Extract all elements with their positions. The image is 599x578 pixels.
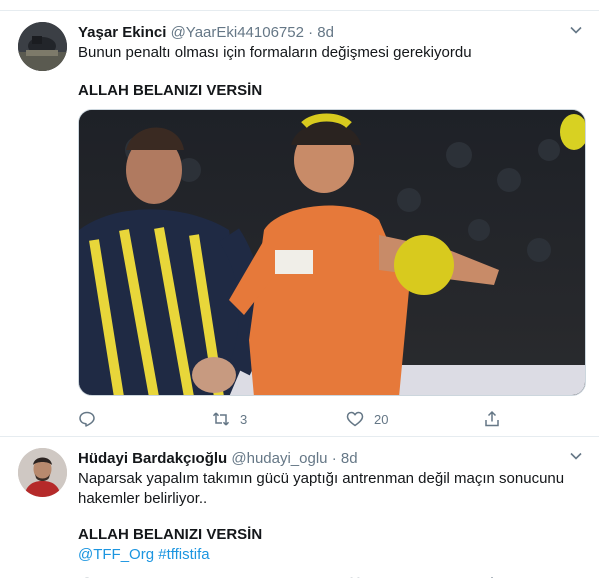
tweet-text-continued: hakemler belirliyor.. xyxy=(78,490,208,507)
author-handle[interactable]: @hudayi_oglu xyxy=(231,450,327,467)
retweet-icon xyxy=(212,412,230,426)
chevron-down-icon[interactable] xyxy=(569,449,583,463)
reply-button[interactable] xyxy=(78,409,106,429)
author-name[interactable]: Hüdayi Bardakçıoğlu xyxy=(78,450,227,467)
like-icon xyxy=(346,411,364,427)
tweet-header: Yaşar Ekinci @YaarEki44106752 · 8d xyxy=(78,23,579,43)
media-image[interactable] xyxy=(78,109,586,396)
like-count: 20 xyxy=(374,411,389,427)
mention-hashtag-links[interactable]: @TFF_Org #tffistifa xyxy=(78,545,579,565)
avatar-image xyxy=(18,448,67,497)
tweet-header: Hüdayi Bardakçıoğlu @hudayi_oglu · 8d xyxy=(78,449,579,469)
timestamp[interactable]: 8d xyxy=(317,24,334,41)
timestamp[interactable]: 8d xyxy=(341,450,358,467)
tweet[interactable]: Yaşar Ekinci @YaarEki44106752 · 8d Bunun… xyxy=(0,10,599,437)
retweet-count: 3 xyxy=(240,411,248,427)
football-players-photo xyxy=(79,110,585,395)
author-name[interactable]: Yaşar Ekinci xyxy=(78,24,166,41)
reply-icon xyxy=(79,411,95,427)
tweet[interactable]: Hüdayi Bardakçıoğlu @hudayi_oglu · 8d Na… xyxy=(0,437,599,578)
like-button[interactable]: 20 xyxy=(346,409,388,429)
share-button[interactable] xyxy=(483,409,501,429)
chevron-down-icon[interactable] xyxy=(569,23,583,37)
tweet-text: Naparsak yapalım takımın gücü yaptığı an… xyxy=(78,470,565,487)
separator-dot: · xyxy=(331,450,337,467)
tweet-text: Bunun penaltı olması için formaların değ… xyxy=(78,44,472,61)
avatar-image xyxy=(18,22,67,71)
separator-dot: · xyxy=(308,24,314,41)
tweet-actions: 3 20 xyxy=(78,409,518,429)
share-icon xyxy=(485,410,499,427)
tweet-text-bold: ALLAH BELANIZI VERSİN xyxy=(78,82,263,99)
tweet-text-bold: ALLAH BELANIZI VERSİN xyxy=(78,526,263,543)
avatar[interactable] xyxy=(18,22,67,71)
author-handle[interactable]: @YaarEki44106752 xyxy=(171,24,304,41)
avatar[interactable] xyxy=(18,448,67,497)
retweet-button[interactable]: 3 xyxy=(212,409,247,429)
